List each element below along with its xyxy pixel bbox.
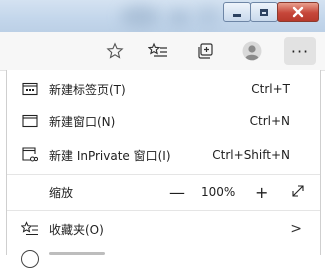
menu-item-label: 新建 InPrivate 窗口(I) [49, 148, 171, 163]
fullscreen-button[interactable] [291, 183, 305, 202]
menu-item-shortcut: Ctrl+Shift+N [212, 148, 290, 162]
menu-item-label: 新建窗口(N) [49, 114, 116, 129]
menu-item-label: 新建标签页(T) [49, 82, 126, 97]
menu-divider [7, 174, 320, 175]
menu-item-zoom: 缩放 — 100% + [7, 177, 320, 207]
zoom-level: 100% [201, 185, 236, 199]
favorite-star-button[interactable] [101, 37, 129, 65]
collections-icon [198, 43, 213, 59]
menu-item-new-tab[interactable]: 新建标签页(T) Ctrl+T [7, 74, 320, 104]
favorites-list-icon [148, 42, 167, 57]
close-icon [292, 6, 304, 18]
menu-item-label: 收藏夹(O) [49, 222, 104, 237]
fullscreen-expand-icon [292, 184, 304, 197]
maximize-icon [260, 8, 268, 16]
maximize-button[interactable] [250, 2, 278, 22]
menu-item-favorites[interactable]: 收藏夹(O) > [7, 214, 320, 244]
zoom-label: 缩放 [49, 185, 74, 200]
window-controls [223, 2, 319, 22]
menu-item-new-inprivate-window[interactable]: 新建 InPrivate 窗口(I) Ctrl+Shift+N [7, 140, 320, 170]
menu-item-shortcut: Ctrl+T [251, 82, 290, 96]
more-options-button[interactable]: ··· [284, 37, 316, 65]
menu-item-shortcut: Ctrl+N [249, 114, 290, 128]
chevron-right-icon: > [290, 221, 302, 237]
minimize-button[interactable] [223, 2, 251, 22]
menu-item-new-window[interactable]: 新建窗口(N) Ctrl+N [7, 106, 320, 136]
favorite-star-icon [106, 42, 124, 59]
favorites-list-button[interactable] [144, 37, 172, 65]
zoom-in-button[interactable]: + [255, 183, 268, 202]
new-window-icon [21, 112, 39, 130]
menu-divider [7, 210, 320, 211]
history-icon [21, 250, 39, 268]
inprivate-window-icon [21, 146, 39, 164]
zoom-out-button[interactable]: — [169, 183, 185, 202]
settings-menu: 新建标签页(T) Ctrl+T 新建窗口(N) Ctrl+N 新建 InPriv… [6, 70, 321, 268]
profile-button[interactable] [238, 37, 266, 65]
minimize-icon [233, 13, 241, 17]
new-tab-icon [21, 80, 39, 98]
profile-avatar-icon [242, 41, 262, 61]
favorites-star-icon [21, 220, 39, 238]
more-options-icon: ··· [290, 41, 310, 61]
window-title-bar [0, 0, 325, 32]
collections-button[interactable] [192, 37, 220, 65]
close-button[interactable] [277, 2, 319, 22]
browser-toolbar: ··· [0, 32, 325, 71]
